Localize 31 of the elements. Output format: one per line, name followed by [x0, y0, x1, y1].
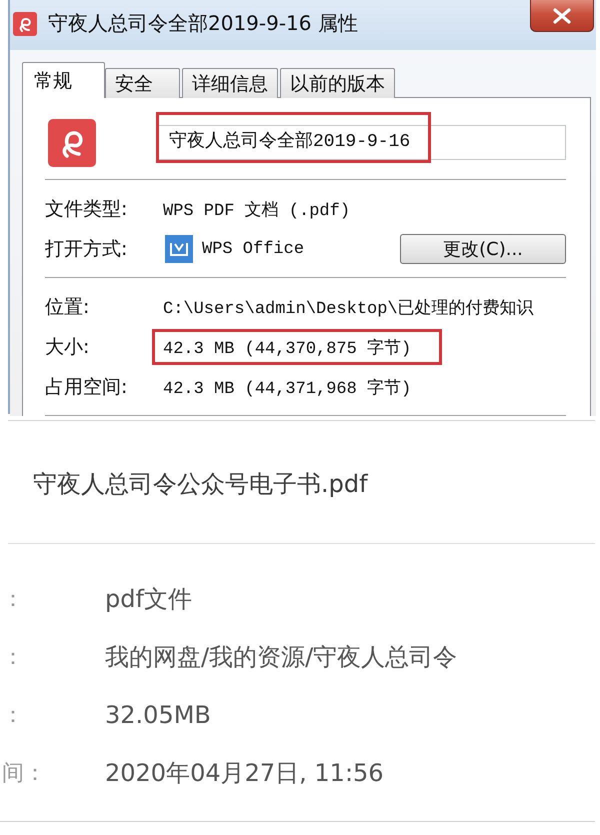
property-label: 位置: [45, 295, 90, 320]
detail-label: ： [1, 586, 25, 614]
tab[interactable]: 以前的版本 [280, 68, 395, 98]
detail-label: ： [1, 644, 25, 672]
tab[interactable]: 安全 [105, 68, 180, 98]
property-value: 42.3 MB (44,370,875 字节) [163, 338, 412, 358]
property-value: C:\Users\admin\Desktop\已处理的付费知识 [163, 298, 534, 318]
tab[interactable]: 详细信息 [182, 68, 278, 98]
tab[interactable]: 常规 [22, 62, 105, 98]
property-value: 42.3 MB (44,371,968 字节) [163, 378, 412, 398]
property-label: 文件类型: [45, 197, 128, 222]
property-value: WPS PDF 文档 (.pdf) [163, 200, 350, 220]
detail-value: 我的网盘/我的资源/守夜人总司令 [105, 642, 458, 673]
name-field[interactable]: 守夜人总司令全部2019-9-16 [156, 125, 566, 160]
property-label: 打开方式: [45, 237, 128, 262]
detail-value: 32.05MB [105, 701, 211, 729]
detail-label: ： [1, 702, 25, 730]
detail-value: pdf文件 [105, 584, 192, 615]
app-icon [165, 235, 193, 263]
file-name: 守夜人总司令公众号电子书.pdf [33, 469, 368, 500]
property-value: WPS Office [202, 240, 304, 258]
close-icon [552, 8, 572, 24]
property-label: 占用空间: [45, 375, 128, 400]
file-icon [13, 12, 37, 36]
property-label: 大小: [45, 335, 90, 360]
window-title: 守夜人总司令全部2019-9-16 属性 [48, 10, 358, 37]
close-button[interactable] [530, 0, 594, 32]
file-icon [48, 118, 96, 166]
detail-value: 2020年04月27日, 11:56 [105, 758, 384, 789]
change-button[interactable]: 更改(C)... [400, 234, 566, 264]
detail-label: 间： [1, 760, 47, 788]
